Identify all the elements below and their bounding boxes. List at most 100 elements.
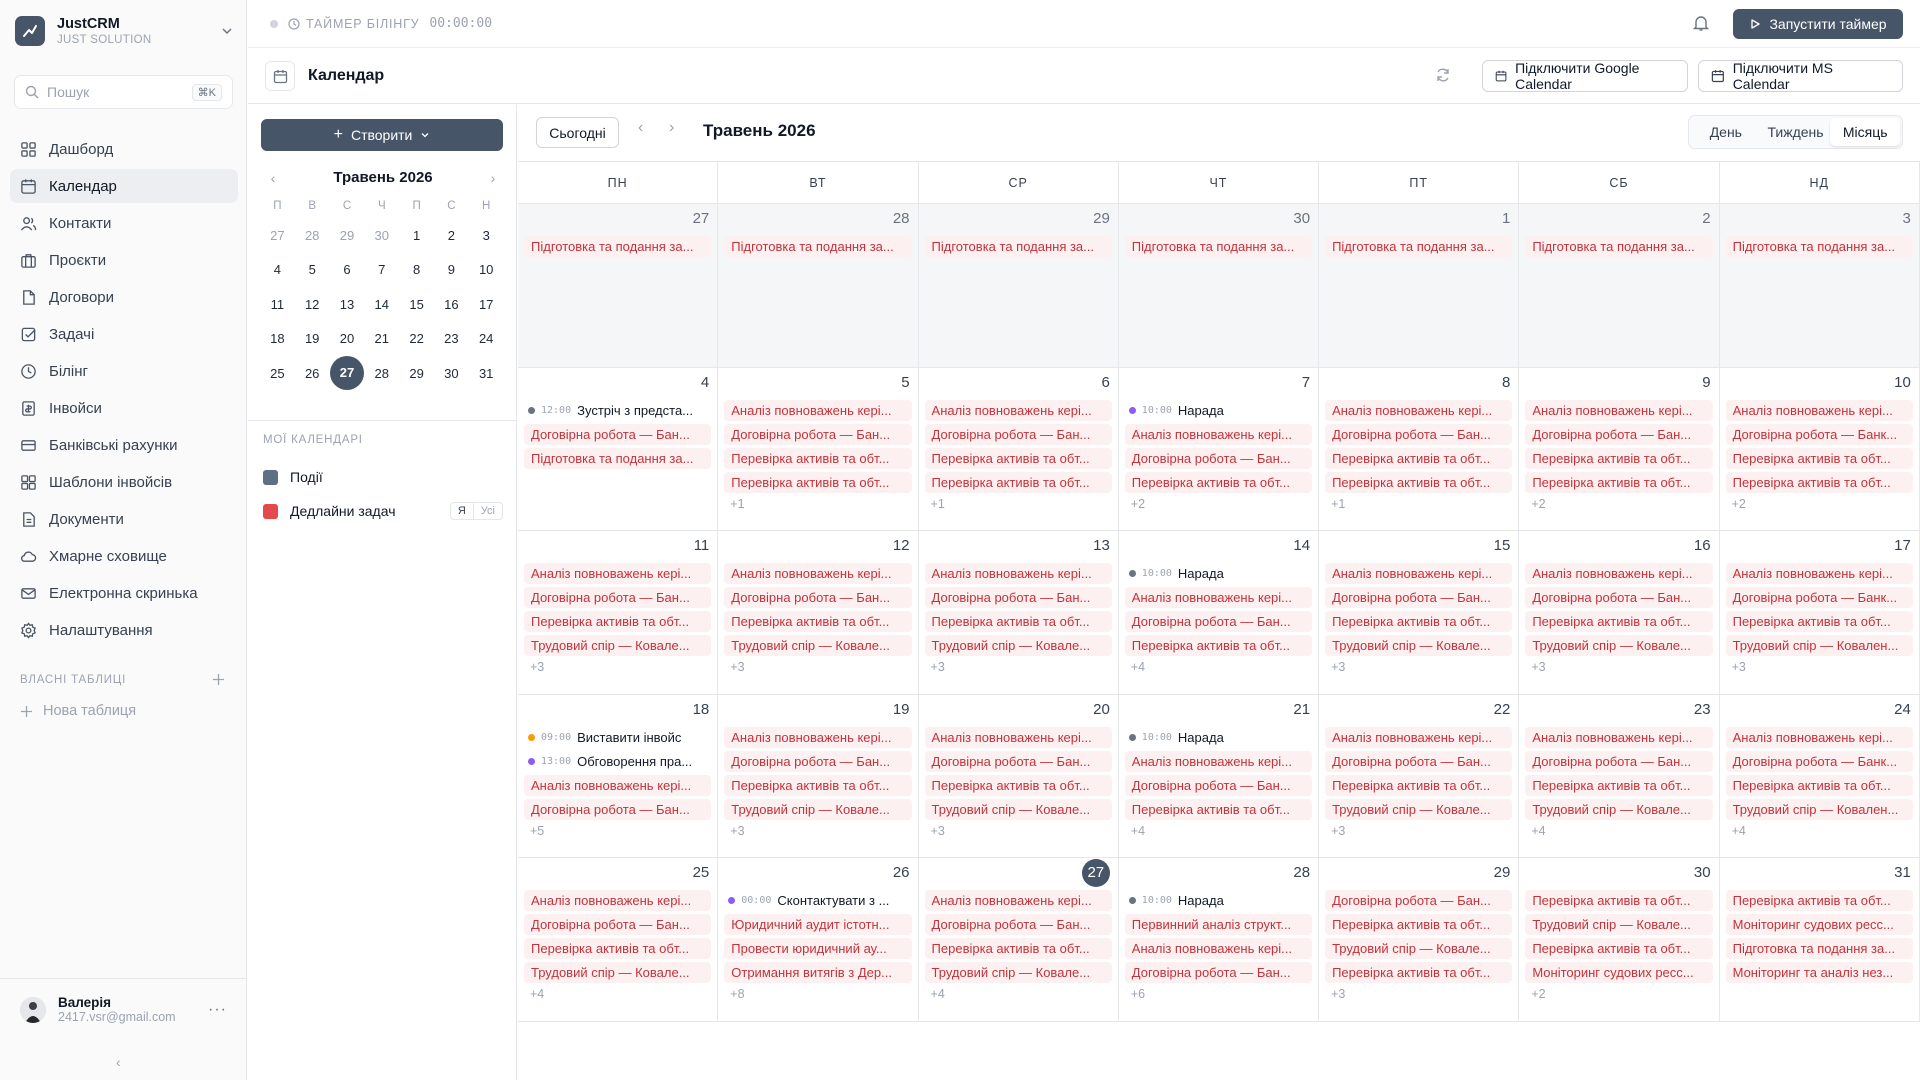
deadline-event[interactable]: Моніторинг судових ресс... — [1725, 914, 1913, 935]
mini-prev-month-icon[interactable]: ‹ — [263, 170, 283, 186]
more-events-link[interactable]: +3 — [925, 823, 1112, 839]
deadline-event[interactable]: Аналіз повноважень кері... — [1725, 399, 1913, 421]
deadline-event[interactable]: Підготовка та подання за... — [1124, 236, 1313, 257]
day-cell[interactable]: 4 12:00 Зустріч з предста... Договірна робо… — [518, 367, 719, 530]
deadline-event[interactable]: Аналіз повноважень кері... — [524, 563, 712, 584]
deadline-event[interactable]: Договірна робота — Бан... — [1325, 423, 1513, 445]
user-profile[interactable]: Валерія 2417.vsr@gmail.com ··· — [0, 978, 247, 1040]
more-events-link[interactable]: +3 — [1325, 823, 1512, 839]
mini-day[interactable]: 17 — [469, 297, 504, 312]
mini-day[interactable]: 29 — [399, 366, 434, 381]
mini-day[interactable]: 29 — [330, 228, 365, 243]
deadline-event[interactable]: Аналіз повноважень кері... — [724, 563, 912, 584]
deadline-event[interactable]: Отримання витягів з Дер... — [724, 962, 912, 983]
deadline-event[interactable]: Аналіз повноважень кері... — [1325, 399, 1513, 421]
day-cell[interactable]: 2 Підготовка та подання за... — [1519, 204, 1720, 367]
mini-day[interactable]: 16 — [434, 297, 469, 312]
mini-day[interactable]: 30 — [364, 228, 399, 243]
deadline-event[interactable]: Трудовий спір — Ковале... — [924, 962, 1112, 983]
mini-day[interactable]: 18 — [260, 331, 295, 346]
mini-day[interactable]: 2 — [434, 228, 469, 243]
mini-day[interactable]: 21 — [364, 331, 399, 346]
more-events-link[interactable]: +2 — [1525, 496, 1712, 512]
deadline-event[interactable]: Перевірка активів та обт... — [924, 471, 1112, 493]
sidebar-item-tasks[interactable]: Задачі — [10, 317, 238, 351]
deadline-event[interactable]: Трудовий спір — Ковале... — [1525, 635, 1713, 656]
deadline-event[interactable]: Перевірка активів та обт... — [1325, 447, 1513, 469]
deadline-event[interactable]: Трудовий спір — Ковале... — [1525, 798, 1713, 820]
deadline-event[interactable]: Договірна робота — Бан... — [724, 423, 912, 445]
deadline-event[interactable]: Аналіз повноважень кері... — [924, 890, 1112, 911]
deadline-event[interactable]: Договірна робота — Бан... — [524, 587, 712, 608]
deadline-event[interactable]: Договірна робота — Банк... — [1725, 587, 1913, 608]
deadline-event[interactable]: Договірна робота — Бан... — [924, 587, 1112, 608]
mini-day[interactable]: 6 — [330, 262, 365, 277]
deadline-event[interactable]: Договірна робота — Бан... — [1525, 750, 1713, 772]
more-events-link[interactable]: +4 — [1726, 823, 1913, 839]
deadline-event[interactable]: Аналіз повноважень кері... — [1525, 563, 1713, 584]
more-events-link[interactable]: +3 — [1525, 659, 1712, 675]
timed-event[interactable]: 09:00 Виставити інвойс — [524, 727, 711, 748]
deadline-event[interactable]: Перевірка активів та обт... — [724, 774, 912, 796]
more-events-link[interactable]: +4 — [925, 986, 1112, 1002]
deadline-event[interactable]: Провести юридичний ау... — [724, 938, 912, 959]
deadline-event[interactable]: Договірна робота — Бан... — [1325, 890, 1513, 911]
deadline-event[interactable]: Аналіз повноважень кері... — [1525, 399, 1713, 421]
start-timer-button[interactable]: Запустити таймер — [1733, 9, 1903, 39]
deadline-event[interactable]: Трудовий спір — Ковале... — [724, 635, 912, 656]
deadline-event[interactable]: Аналіз повноважень кері... — [924, 399, 1112, 421]
more-events-link[interactable]: +1 — [1325, 496, 1512, 512]
deadline-event[interactable]: Трудовий спір — Ковале... — [1325, 635, 1513, 656]
more-events-link[interactable]: +2 — [1726, 496, 1913, 512]
deadline-event[interactable]: Трудовий спір — Ковале... — [924, 798, 1112, 820]
day-cell[interactable]: 9 Аналіз повноважень кері... Договірна роб… — [1519, 367, 1720, 530]
deadline-event[interactable]: Аналіз повноважень кері... — [924, 726, 1112, 748]
deadline-event[interactable]: Перевірка активів та обт... — [524, 938, 712, 959]
deadline-event[interactable]: Перевірка активів та обт... — [1325, 611, 1513, 632]
day-cell[interactable]: 15 Аналіз повноважень кері... Договірна ро… — [1319, 531, 1520, 694]
deadline-event[interactable]: Договірна робота — Бан... — [524, 798, 712, 820]
timed-event[interactable]: 13:00 Обговорення пра... — [524, 751, 711, 772]
deadline-event[interactable]: Перевірка активів та обт... — [1124, 635, 1313, 656]
add-table-icon[interactable] — [212, 673, 225, 686]
deadline-event[interactable]: Перевірка активів та обт... — [1525, 890, 1713, 911]
day-cell[interactable]: 29 Договірна робота — Бан... Перевірка акт… — [1319, 858, 1520, 1021]
mini-day-today[interactable]: 27 — [329, 356, 365, 391]
deadline-event[interactable]: Перевірка активів та обт... — [924, 611, 1112, 632]
more-events-link[interactable]: +5 — [524, 823, 711, 839]
day-cell[interactable]: 25 Аналіз повноважень кері... Договірна ро… — [518, 858, 719, 1021]
sidebar-item-projects[interactable]: Проєкти — [10, 243, 238, 277]
deadline-event[interactable]: Перевірка активів та обт... — [1124, 471, 1313, 493]
mini-next-month-icon[interactable]: › — [483, 170, 503, 186]
deadline-event[interactable]: Договірна робота — Бан... — [924, 423, 1112, 445]
mini-day[interactable]: 20 — [330, 331, 365, 346]
deadline-event[interactable]: Аналіз повноважень кері... — [924, 563, 1112, 584]
sidebar-item-mail[interactable]: Електронна скринька — [10, 576, 238, 610]
deadline-event[interactable]: Аналіз повноважень кері... — [1725, 726, 1913, 748]
more-events-link[interactable]: +6 — [1125, 986, 1312, 1002]
timed-event[interactable]: 10:00 Нарада — [1125, 400, 1312, 421]
deadline-event[interactable]: Підготовка та подання за... — [1725, 236, 1913, 257]
connect-ms-calendar-button[interactable]: Підключити MS Calendar — [1698, 60, 1903, 92]
deadline-event[interactable]: Підготовка та подання за... — [524, 236, 712, 257]
mini-day[interactable]: 13 — [330, 297, 365, 312]
deadline-event[interactable]: Аналіз повноважень кері... — [1124, 750, 1313, 772]
sidebar-item-invoices[interactable]: Інвойси — [10, 391, 238, 425]
deadline-event[interactable]: Перевірка активів та обт... — [524, 611, 712, 632]
day-cell[interactable]: 22 Аналіз повноважень кері... Договірна ро… — [1319, 694, 1520, 857]
day-cell[interactable]: 13 Аналіз повноважень кері... Договірна ро… — [919, 531, 1119, 694]
deadline-event[interactable]: Трудовий спір — Ковале... — [1325, 798, 1513, 820]
deadline-event[interactable]: Договірна робота — Бан... — [1124, 447, 1313, 469]
more-events-link[interactable]: +2 — [1125, 496, 1312, 512]
mini-day[interactable]: 11 — [260, 297, 295, 312]
deadline-event[interactable]: Перевірка активів та обт... — [1325, 471, 1513, 493]
mini-day[interactable]: 4 — [260, 262, 295, 277]
mini-day[interactable]: 5 — [295, 262, 330, 277]
workspace-switcher[interactable]: JustCRM JUST SOLUTION — [15, 14, 235, 48]
more-events-link[interactable]: +4 — [524, 986, 711, 1002]
deadline-event[interactable]: Трудовий спір — Ковале... — [924, 635, 1112, 656]
deadline-event[interactable]: Перевірка активів та обт... — [1325, 914, 1513, 935]
refresh-icon[interactable] — [1435, 67, 1451, 83]
deadline-event[interactable]: Договірна робота — Бан... — [1525, 587, 1713, 608]
more-events-link[interactable]: +2 — [1525, 986, 1712, 1002]
